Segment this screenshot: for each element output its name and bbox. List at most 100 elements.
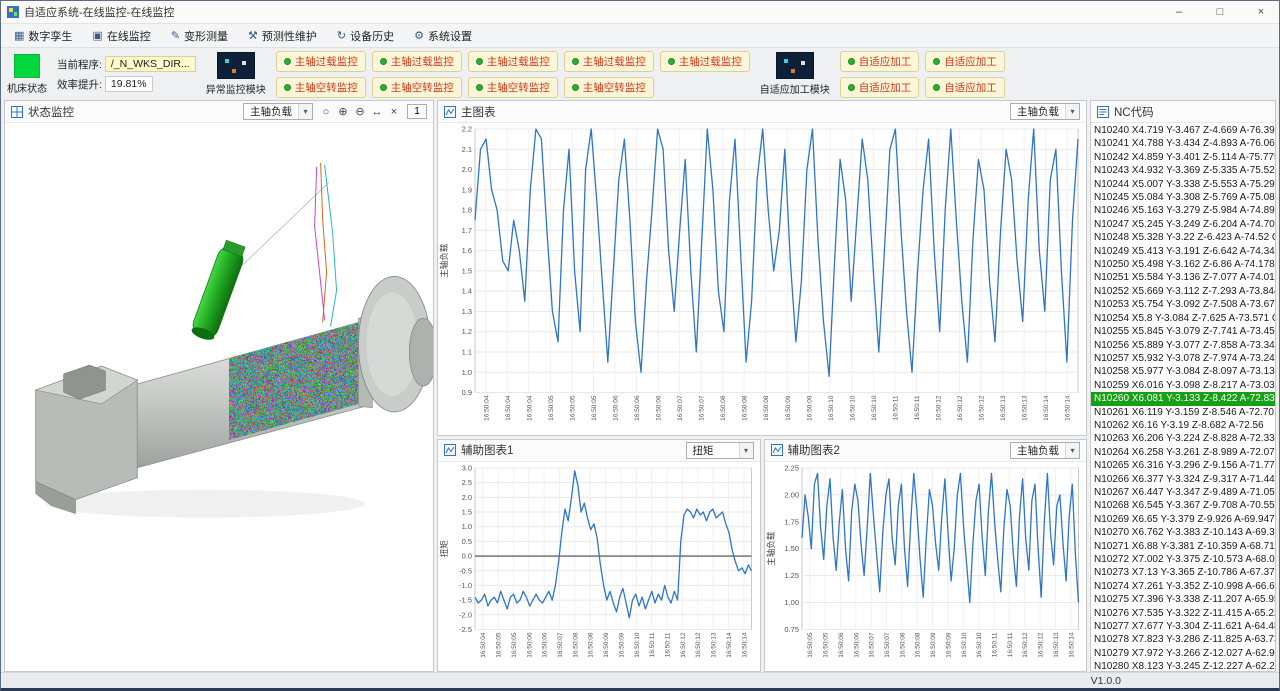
svg-text:16:50:07: 16:50:07	[883, 632, 890, 658]
nc-line[interactable]: N10255 X5.845 Y-3.079 Z-7.741 A-73.458	[1091, 325, 1275, 338]
nc-line[interactable]: N10250 X5.498 Y-3.162 Z-6.86 A-74.178 (	[1091, 258, 1275, 271]
nc-line[interactable]: N10240 X4.719 Y-3.467 Z-4.669 A-76.396	[1091, 124, 1275, 137]
nc-line[interactable]: N10263 X6.206 Y-3.224 Z-8.828 A-72.33 (	[1091, 432, 1275, 445]
nc-line[interactable]: N10273 X7.13 Y-3.365 Z-10.786 A-67.372	[1091, 566, 1275, 579]
svg-text:3.0: 3.0	[462, 463, 472, 472]
main-chart-dropdown[interactable]: 主轴负载 ▾	[1010, 103, 1080, 120]
nc-line[interactable]: N10276 X7.535 Y-3.322 Z-11.415 A-65.22	[1091, 607, 1275, 620]
nc-line[interactable]: N10256 X5.889 Y-3.077 Z-7.858 A-73.348	[1091, 339, 1275, 352]
svg-text:16:50:09: 16:50:09	[785, 395, 792, 421]
nc-line[interactable]: N10252 X5.669 Y-3.112 Z-7.293 A-73.844	[1091, 285, 1275, 298]
monitor-button[interactable]: 主轴空转监控	[372, 77, 462, 98]
monitor-button[interactable]: 自适应加工	[925, 77, 1005, 98]
aux2-dropdown[interactable]: 主轴负载 ▾	[1010, 442, 1080, 459]
nc-line[interactable]: N10268 X6.545 Y-3.367 Z-9.708 A-70.557	[1091, 499, 1275, 512]
nc-line[interactable]: N10272 X7.002 Y-3.375 Z-10.573 A-68.05	[1091, 553, 1275, 566]
main-chart-body[interactable]: 0.91.01.11.21.31.41.51.61.71.81.92.02.12…	[438, 123, 1086, 435]
nc-line[interactable]: N10264 X6.258 Y-3.261 Z-8.989 A-72.072	[1091, 446, 1275, 459]
monitor-button[interactable]: 主轴过载监控	[468, 51, 558, 72]
menu-label: 变形测量	[184, 28, 228, 44]
nc-line[interactable]: N10280 X8.123 Y-3.245 Z-12.227 A-62.23	[1091, 660, 1275, 671]
machine-3d-view[interactable]	[5, 123, 433, 671]
menu-item-系统设置[interactable]: ⚙系统设置	[405, 26, 481, 46]
svg-text:16:50:11: 16:50:11	[665, 632, 672, 657]
svg-text:16:50:06: 16:50:06	[656, 395, 663, 421]
nc-line[interactable]: N10271 X6.88 Y-3.381 Z-10.359 A-68.71	[1091, 540, 1275, 553]
chevron-down-icon: ▾	[1065, 443, 1079, 458]
svg-text:1.50: 1.50	[784, 544, 799, 553]
view-tool-button[interactable]: ⊕	[335, 104, 351, 120]
menu-item-数字孪生[interactable]: ▦数字孪生	[5, 26, 81, 46]
monitor-button[interactable]: 主轴过载监控	[660, 51, 750, 72]
nc-line[interactable]: N10260 X6.081 Y-3.133 Z-8.422 A-72.835	[1091, 392, 1275, 405]
main-chart-panel: 主图表 主轴负载 ▾ 0.91.01.11.21.31.41.51.61.71.…	[437, 100, 1087, 436]
monitor-button[interactable]: 主轴空转监控	[564, 77, 654, 98]
nc-line[interactable]: N10253 X5.754 Y-3.092 Z-7.508 A-73.677	[1091, 298, 1275, 311]
aux2-body[interactable]: 0.751.001.251.501.752.002.2516:50:0516:5…	[765, 462, 1087, 671]
nc-line[interactable]: N10279 X7.972 Y-3.266 Z-12.027 A-62.98	[1091, 647, 1275, 660]
monitor-button[interactable]: 主轴空转监控	[276, 77, 366, 98]
aux1-body[interactable]: -2.5-2.0-1.5-1.0-0.50.00.51.01.52.02.53.…	[438, 462, 760, 671]
menu-item-变形测量[interactable]: ✎变形测量	[162, 26, 237, 46]
nc-line[interactable]: N10257 X5.932 Y-3.078 Z-7.974 A-73.243	[1091, 352, 1275, 365]
nc-line[interactable]: N10242 X4.859 Y-3.401 Z-5.114 A-75.775	[1091, 151, 1275, 164]
svg-text:16:50:13: 16:50:13	[711, 632, 718, 658]
aux1-dropdown[interactable]: 扭矩 ▾	[686, 442, 754, 459]
svg-text:16:50:05: 16:50:05	[569, 395, 576, 421]
monitor-button[interactable]: 自适应加工	[925, 51, 1005, 72]
nc-line[interactable]: N10278 X7.823 Y-3.286 Z-11.825 A-63.73	[1091, 633, 1275, 646]
nc-line[interactable]: N10275 X7.396 Y-3.338 Z-11.207 A-65.95	[1091, 593, 1275, 606]
nc-line[interactable]: N10246 X5.163 Y-3.279 Z-5.984 A-74.892	[1091, 204, 1275, 217]
svg-text:16:50:14: 16:50:14	[1068, 632, 1075, 658]
menu-item-在线监控[interactable]: ▣在线监控	[83, 26, 159, 46]
svg-text:16:50:14: 16:50:14	[726, 632, 733, 658]
nc-line[interactable]: N10262 X6.16 Y-3.19 Z-8.682 A-72.56	[1091, 419, 1275, 432]
nc-line[interactable]: N10241 X4.788 Y-3.434 Z-4.893 A-76.062	[1091, 137, 1275, 150]
close-button[interactable]: ×	[1243, 1, 1279, 23]
view-signal-dropdown[interactable]: 主轴负载 ▾	[243, 103, 313, 120]
nc-line[interactable]: N10267 X6.447 Y-3.347 Z-9.489 A-71.055	[1091, 486, 1275, 499]
svg-text:0.5: 0.5	[462, 536, 472, 545]
svg-text:2.2: 2.2	[462, 125, 472, 134]
nc-line[interactable]: N10259 X6.016 Y-3.098 Z-8.217 A-73.036	[1091, 379, 1275, 392]
nc-line[interactable]: N10249 X5.413 Y-3.191 Z-6.642 A-74.34	[1091, 245, 1275, 258]
menu-item-设备历史[interactable]: ↻设备历史	[328, 26, 403, 46]
svg-text:16:50:11: 16:50:11	[1006, 632, 1013, 657]
zoom-level-input[interactable]	[407, 104, 427, 119]
nc-line[interactable]: N10248 X5.328 Y-3.22 Z-6.423 A-74.52 C-	[1091, 231, 1275, 244]
nc-line[interactable]: N10243 X4.932 Y-3.369 Z-5.335 A-75.523	[1091, 164, 1275, 177]
monitor-button[interactable]: 自适应加工	[840, 77, 920, 98]
svg-text:16:50:07: 16:50:07	[868, 632, 875, 658]
nc-line[interactable]: N10244 X5.007 Y-3.338 Z-5.553 A-75.297	[1091, 178, 1275, 191]
svg-text:1.9: 1.9	[462, 185, 472, 194]
monitor-button[interactable]: 自适应加工	[840, 51, 920, 72]
nc-line[interactable]: N10254 X5.8 Y-3.084 Z-7.625 A-73.571 C-	[1091, 312, 1275, 325]
nc-line[interactable]: N10245 X5.084 Y-3.308 Z-5.769 A-75.088	[1091, 191, 1275, 204]
monitor-button[interactable]: 主轴过载监控	[564, 51, 654, 72]
monitor-button[interactable]: 主轴过载监控	[372, 51, 462, 72]
nc-line[interactable]: N10265 X6.316 Y-3.296 Z-9.156 A-71.771	[1091, 459, 1275, 472]
view-tool-button[interactable]: ⊖	[352, 104, 368, 120]
nc-line[interactable]: N10269 X6.65 Y-3.379 Z-9.926 A-69.947 C	[1091, 513, 1275, 526]
main-content: 状态监控 主轴负载 ▾ ○⊕⊖↔×	[1, 100, 1279, 672]
svg-text:16:50:11: 16:50:11	[991, 632, 998, 657]
monitor-button[interactable]: 主轴空转监控	[468, 77, 558, 98]
nc-line[interactable]: N10266 X6.377 Y-3.324 Z-9.317 A-71.443	[1091, 473, 1275, 486]
svg-text:16:50:10: 16:50:10	[828, 395, 835, 421]
view-tool-button[interactable]: ↔	[369, 104, 385, 120]
status-dot-icon	[572, 58, 579, 65]
minimize-button[interactable]: –	[1161, 1, 1197, 23]
nc-list[interactable]: N10240 X4.719 Y-3.467 Z-4.669 A-76.396N1…	[1091, 123, 1275, 671]
nc-line[interactable]: N10270 X6.762 Y-3.383 Z-10.143 A-69.34	[1091, 526, 1275, 539]
view-tool-button[interactable]: ×	[386, 104, 402, 120]
nc-line[interactable]: N10277 X7.677 Y-3.304 Z-11.621 A-64.48	[1091, 620, 1275, 633]
nc-line[interactable]: N10258 X5.977 Y-3.084 Z-8.097 A-73.138	[1091, 365, 1275, 378]
menu-item-预测性维护[interactable]: ⚒预测性维护	[239, 26, 326, 46]
maximize-button[interactable]: □	[1202, 1, 1238, 23]
nc-line[interactable]: N10251 X5.584 Y-3.136 Z-7.077 A-74.012	[1091, 271, 1275, 284]
view-tool-button[interactable]: ○	[318, 104, 334, 120]
nc-line[interactable]: N10247 X5.245 Y-3.249 Z-6.204 A-74.701	[1091, 218, 1275, 231]
nc-line[interactable]: N10274 X7.261 Y-3.352 Z-10.998 A-66.67	[1091, 580, 1275, 593]
monitor-button[interactable]: 主轴过载监控	[276, 51, 366, 72]
nc-line[interactable]: N10261 X6.119 Y-3.159 Z-8.546 A-72.701	[1091, 406, 1275, 419]
